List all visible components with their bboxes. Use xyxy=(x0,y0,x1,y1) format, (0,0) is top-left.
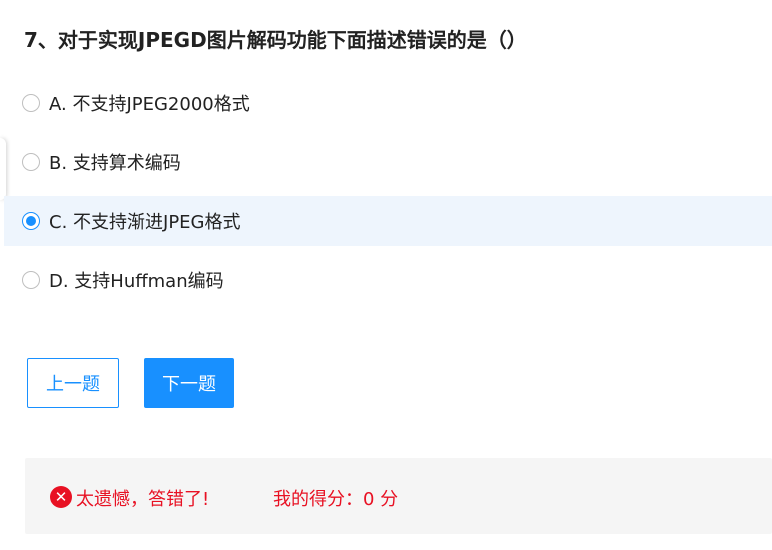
radio-button-a[interactable] xyxy=(22,94,40,112)
close-circle-icon: ✕ xyxy=(50,486,72,508)
radio-button-c[interactable] xyxy=(22,212,40,230)
option-b[interactable]: B. 支持算术编码 xyxy=(4,137,772,187)
option-d-label: D. 支持Huffman编码 xyxy=(49,271,224,292)
question-title: 7、对于实现JPEGD图片解码功能下面描述错误的是（） xyxy=(24,28,527,52)
option-a[interactable]: A. 不支持JPEG2000格式 xyxy=(4,78,772,128)
result-message: 太遗憾，答错了! xyxy=(76,489,210,510)
option-d[interactable]: D. 支持Huffman编码 xyxy=(4,255,772,305)
radio-button-b[interactable] xyxy=(22,153,40,171)
quiz-page: 7、对于实现JPEGD图片解码功能下面描述错误的是（） A. 不支持JPEG20… xyxy=(0,0,772,550)
previous-question-button[interactable]: 上一题 xyxy=(27,358,119,408)
options-list: A. 不支持JPEG2000格式 B. 支持算术编码 C. 不支持渐进JPEG格… xyxy=(4,78,772,314)
next-question-button[interactable]: 下一题 xyxy=(144,358,234,408)
option-c-label: C. 不支持渐进JPEG格式 xyxy=(49,212,241,233)
option-a-label: A. 不支持JPEG2000格式 xyxy=(49,94,250,115)
score-text: 我的得分：0 分 xyxy=(273,489,399,510)
result-panel: ✕ 太遗憾，答错了! 我的得分：0 分 xyxy=(25,458,772,534)
option-c[interactable]: C. 不支持渐进JPEG格式 xyxy=(4,196,772,246)
option-b-label: B. 支持算术编码 xyxy=(49,153,181,174)
radio-button-d[interactable] xyxy=(22,271,40,289)
